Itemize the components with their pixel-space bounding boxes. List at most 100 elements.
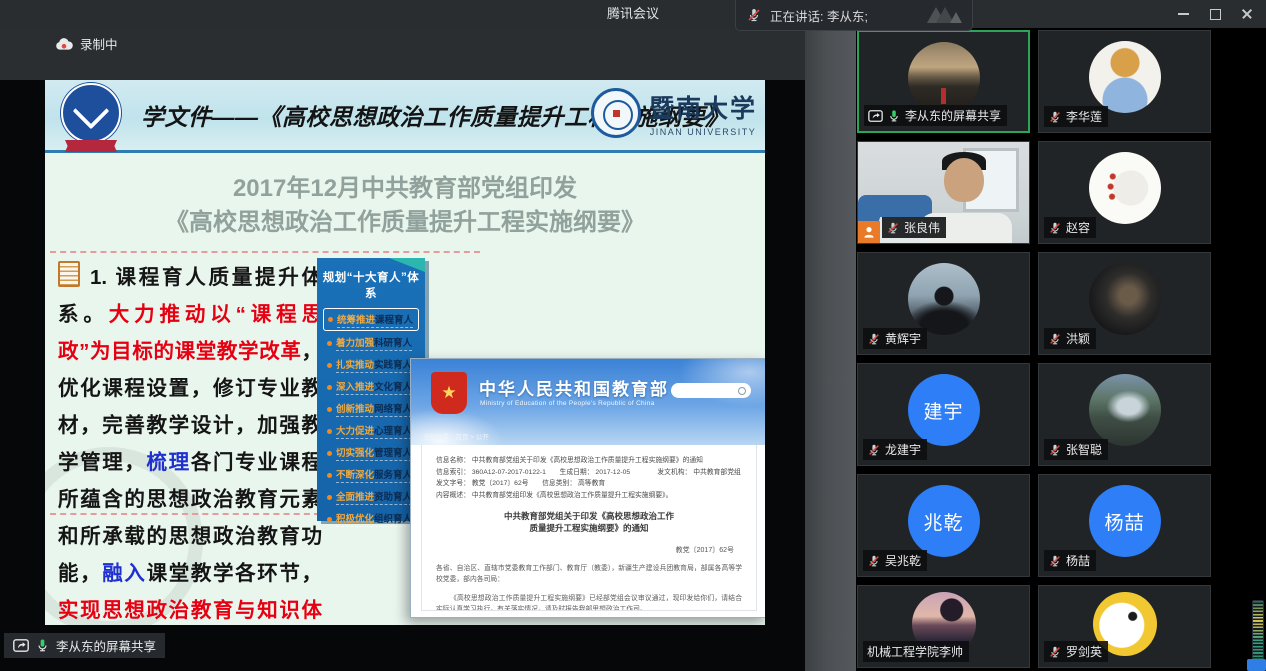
mic-muted-icon [1048,443,1062,457]
body-segment: 梳理 [147,451,191,474]
participant-tile[interactable]: 张良伟 [857,141,1030,244]
item-verb: 不断深化 [336,470,374,481]
mic-muted-icon [1048,645,1062,659]
bullet-icon [327,363,332,368]
item-object: 课程育人 [375,315,413,326]
mic-muted-icon [886,221,900,235]
participant-tile[interactable]: 黄辉宇 [857,252,1030,355]
meeting-logo-icon [927,7,962,23]
participant-label: 张良伟 [882,217,946,238]
document-paragraph: 各省、自治区、直辖市党委教育工作部门、教育厅（教委），新疆生产建设兵团教育局，部… [436,564,742,585]
participant-name: 李从东的屏幕共享 [905,107,1001,124]
participant-tile[interactable]: 兆乾 吴兆乾 [857,474,1030,577]
avatar [1089,374,1161,446]
participant-label: 机械工程学院李帅 [863,641,969,662]
participant-label: 洪颖 [1044,328,1096,349]
panel-title: 规划“十大育人”体系 [317,269,425,301]
corner-notification-chip [1247,659,1266,671]
panel-item: 统筹推进课程育人 [323,308,419,331]
participant-label: 李华莲 [1044,106,1108,127]
bullet-icon [327,473,332,478]
mic-muted-icon [867,554,881,568]
minimize-icon [1178,13,1189,15]
bullet-icon [327,451,332,456]
panel-divider[interactable] [805,28,856,671]
participant-tile[interactable]: 建宇 龙建宇 [857,363,1030,466]
participant-label: 黄辉宇 [863,328,927,349]
panel-item: 不断深化服务育人 [323,465,419,485]
participant-name: 张智聪 [1066,441,1102,458]
panel-item: 深入推进文化育人 [323,377,419,397]
mic-muted-icon [1048,221,1062,235]
close-icon [1241,8,1253,20]
avatar [1089,263,1161,335]
panel-item: 创新推动网络育人 [323,399,419,419]
mic-on-icon [35,638,50,653]
participant-tile[interactable]: 赵容 [1038,141,1211,244]
close-button[interactable] [1236,3,1258,25]
avatar [1089,152,1161,224]
screen-share-icon [868,110,883,122]
participant-tile[interactable]: 洪颖 [1038,252,1211,355]
participant-name: 杨喆 [1066,552,1090,569]
participant-name: 李华莲 [1066,108,1102,125]
document-page-icon [58,261,80,287]
university-seal-icon [591,88,641,138]
slide-banner: 学文件——《高校思想政治工作质量提升工程实施纲要》 暨南大学 JINAN UNI… [45,80,765,153]
panel-corner-decoration [389,258,425,272]
participant-label: 龙建宇 [863,439,927,460]
participant-label: 赵容 [1044,217,1096,238]
panel-item: 着力加强科研育人 [323,333,419,353]
school-emblem-icon [61,83,121,143]
mic-muted-icon [1048,554,1062,568]
item-verb: 积极优化 [336,514,374,525]
participant-grid: 李从东的屏幕共享 李华莲 张良伟 [857,30,1211,671]
ministry-name-en: Ministry of Education of the People's Re… [480,400,655,407]
participant-tile[interactable]: 张智聪 [1038,363,1211,466]
restore-button[interactable] [1204,3,1226,25]
document-paragraph: 《高校思想政治工作质量提升工程实施纲要》已经部党组会议审议通过，现印发给你们，请… [436,594,742,611]
avatar [908,263,980,335]
participant-tile[interactable]: 李从东的屏幕共享 [857,30,1030,133]
dashed-divider [50,251,480,253]
title-bar: 腾讯会议 [0,0,1266,28]
item-object: 服务育人 [374,470,412,481]
participant-tile[interactable]: 杨喆 杨喆 [1038,474,1211,577]
avatar: 杨喆 [1089,485,1161,557]
participant-name: 张良伟 [904,219,940,236]
mic-muted-icon [746,7,762,23]
participant-name: 罗剑英 [1066,643,1102,660]
share-top-band [0,28,805,80]
body-segment: 课堂教学各环节， [147,562,322,585]
speaking-label: 正在讲话: 李从东; [770,6,868,25]
minimize-button[interactable] [1172,3,1194,25]
panel-item: 全面推进资助育人 [323,487,419,507]
meta-line: 发文字号： 教党〔2017〕62号 信息类别： 高等教育 [436,478,742,490]
item-verb: 切实强化 [336,448,374,459]
university-name: 暨南大学 [649,89,757,125]
item-verb: 创新推动 [336,404,374,415]
screen-share-banner-label: 李从东的屏幕共享 [56,636,156,655]
panel-item: 积极优化组织育人 [323,509,419,529]
bullet-icon [327,385,332,390]
panel-item: 切实强化管理育人 [323,443,419,463]
participant-label: 李从东的屏幕共享 [864,105,1007,126]
participant-name: 黄辉宇 [885,330,921,347]
app-title: 腾讯会议 [0,0,1266,28]
university-name-en: JINAN UNIVERSITY [650,127,757,137]
university-name-block: 暨南大学 JINAN UNIVERSITY [649,89,757,137]
avatar-initials: 杨喆 [1104,508,1144,535]
tencent-meeting-window: 腾讯会议 正在讲话: 李从东; 录制中 学文件——《高校思想政治工作质量提升工程… [0,0,1266,671]
participant-tile[interactable]: 机械工程学院李帅 [857,585,1030,668]
meta-line: 信息索引： 360A12-07-2017-0122-1 生成日期： 2017-1… [436,467,742,479]
video-person-decoration [944,158,984,202]
participant-name: 洪颖 [1066,330,1090,347]
participant-tile[interactable]: 李华莲 [1038,30,1211,133]
panel-item: 扎实推动实践育人 [323,355,419,375]
host-badge-icon [858,221,880,243]
document-title-line1: 中共教育部党组关于印发《高校思想政治工作 [436,510,742,522]
mic-muted-icon [1048,332,1062,346]
bullet-icon [327,429,332,434]
search-box [671,383,751,398]
participant-tile[interactable]: 罗剑英 [1038,585,1211,668]
